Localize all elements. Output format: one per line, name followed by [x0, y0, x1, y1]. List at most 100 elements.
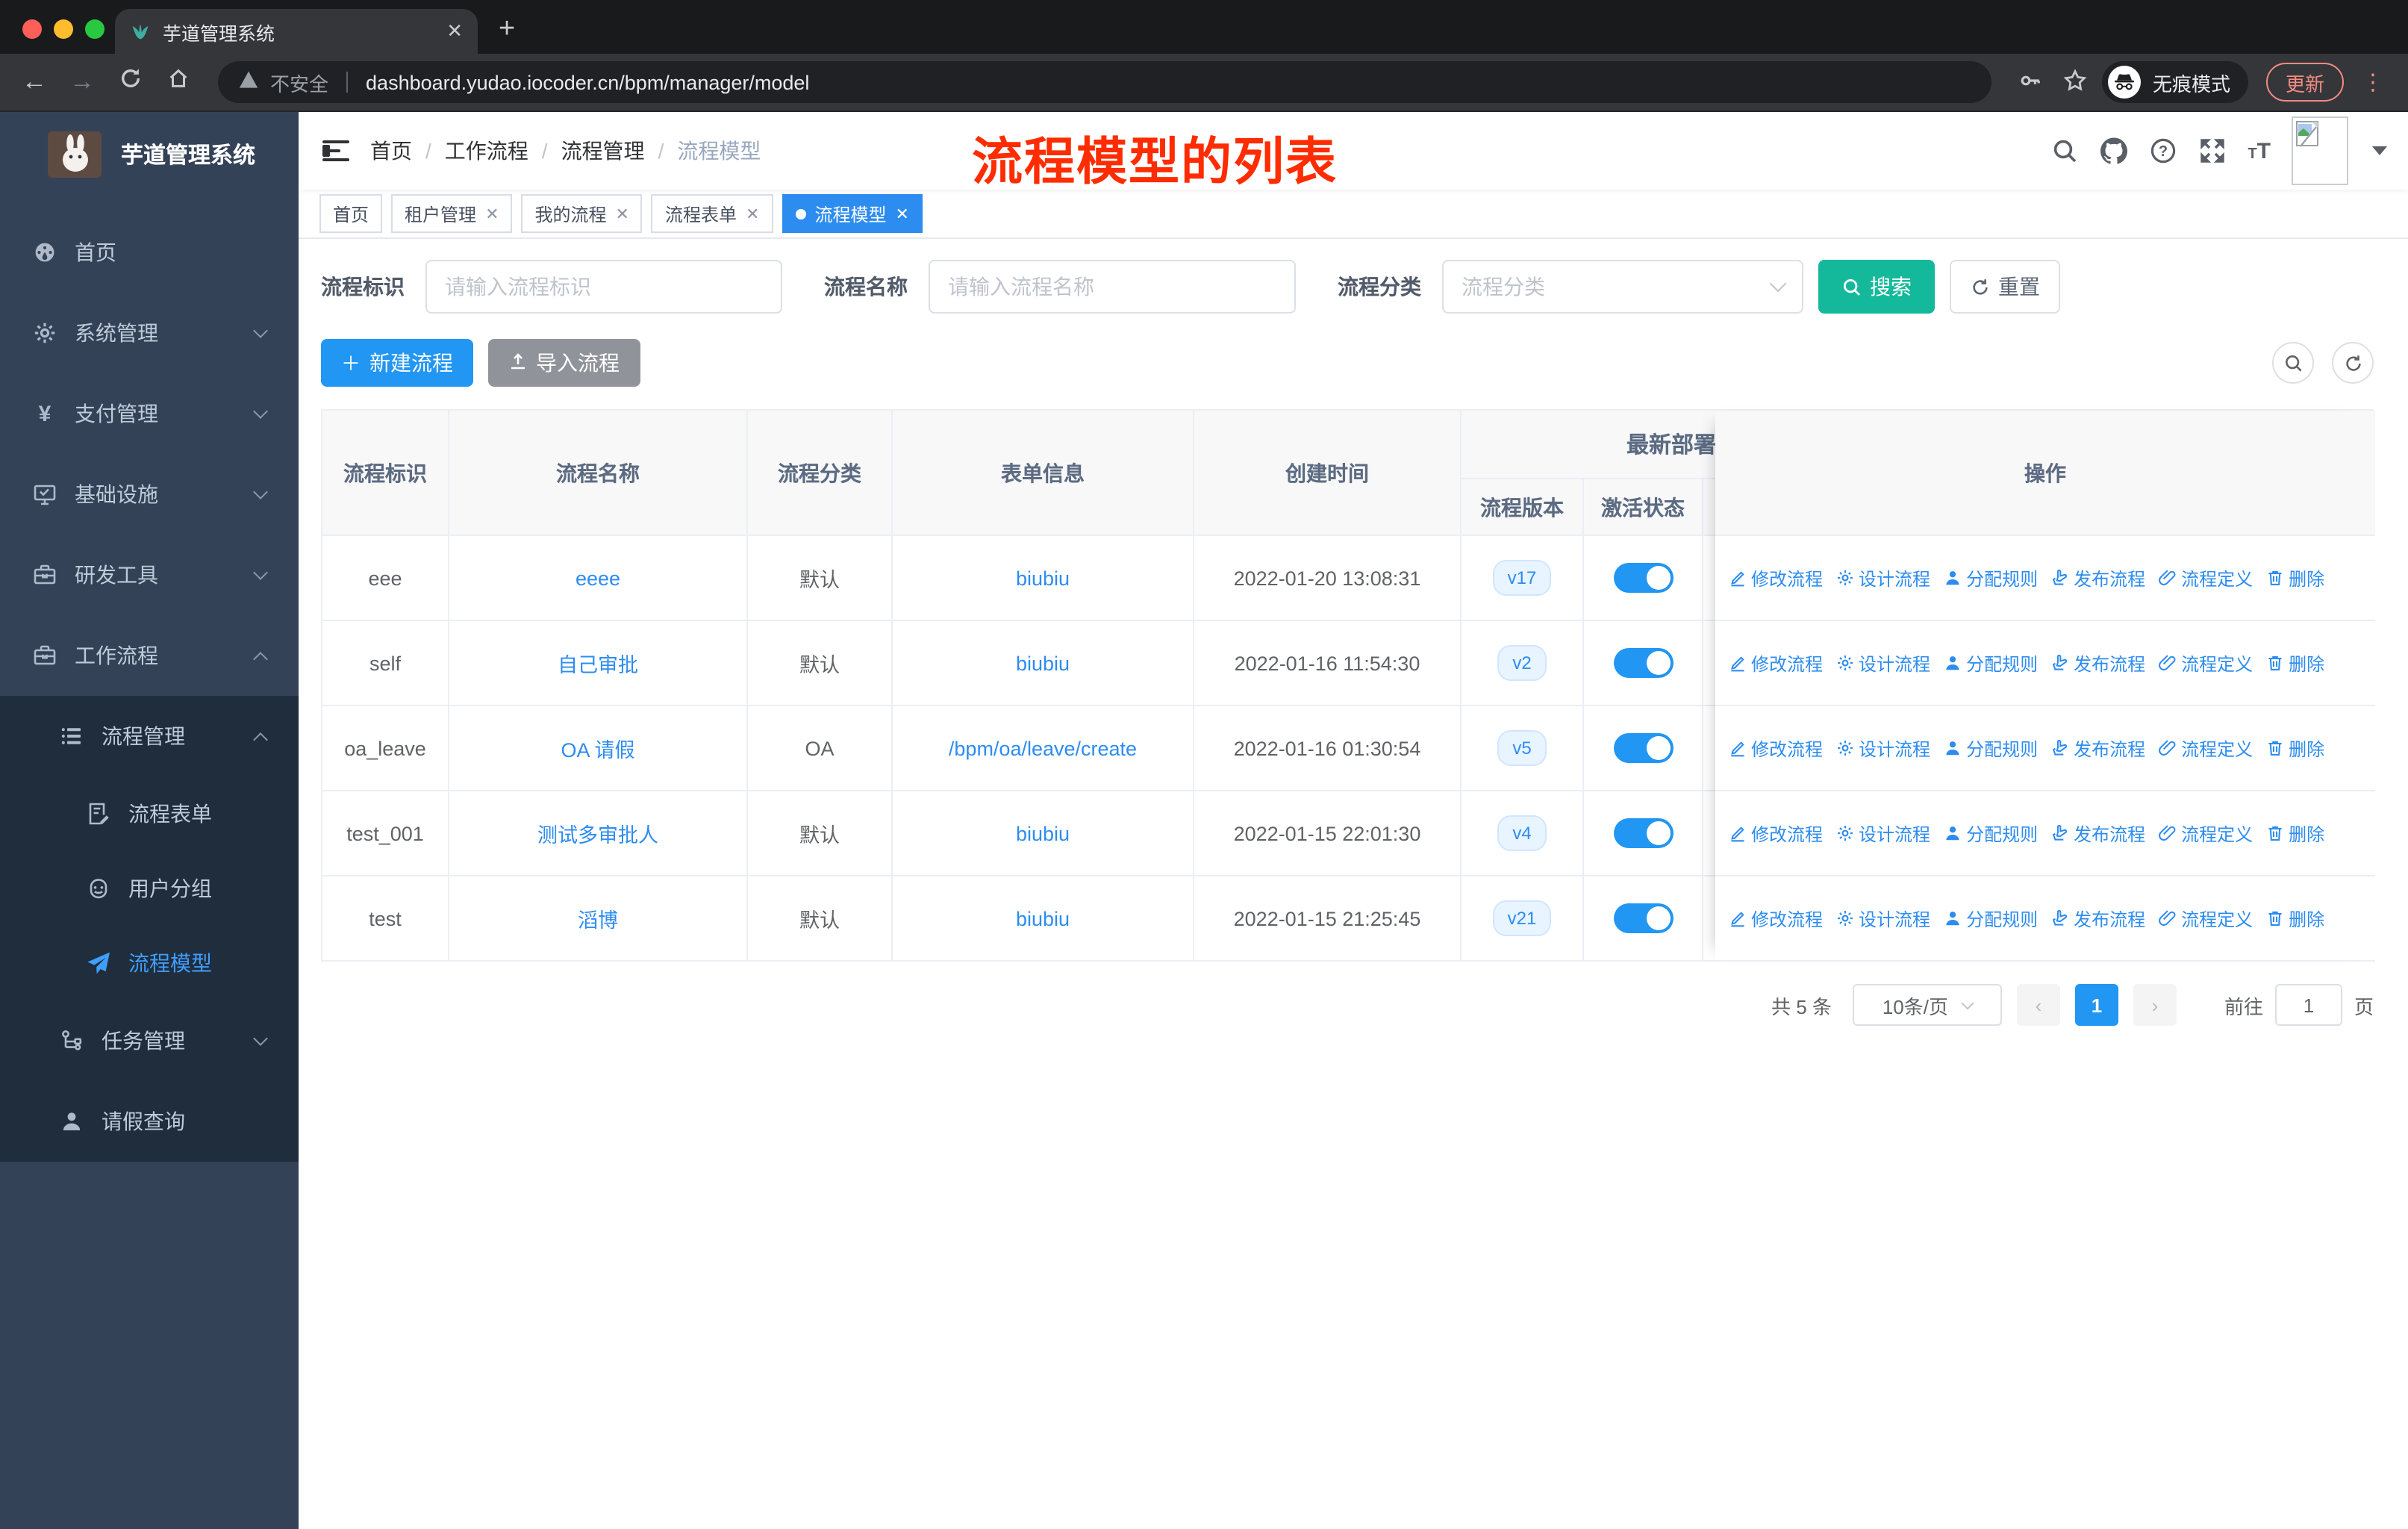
sidebar-item-系统管理[interactable]: 系统管理 [0, 293, 299, 373]
action-设计流程[interactable]: 设计流程 [1836, 906, 1930, 931]
url-bar[interactable]: 不安全 dashboard.yudao.iocoder.cn/bpm/manag… [218, 61, 1991, 103]
sidebar-item-任务管理[interactable]: 任务管理 [0, 1000, 299, 1081]
form-link[interactable]: biubiu [1016, 822, 1070, 844]
home-icon[interactable] [158, 67, 197, 97]
sidebar-item-支付管理[interactable]: ¥ 支付管理 [0, 373, 299, 454]
action-发布流程[interactable]: 发布流程 [2051, 565, 2145, 591]
zoom-window-button[interactable] [85, 19, 105, 39]
update-button[interactable]: 更新 [2265, 63, 2344, 102]
create-process-button[interactable]: ＋ 新建流程 [321, 339, 473, 387]
form-link[interactable]: /bpm/oa/leave/create [949, 737, 1137, 759]
search-button[interactable]: 搜索 [1818, 260, 1935, 314]
tab-close-icon[interactable]: ✕ [446, 19, 463, 43]
app-logo[interactable]: 芋道管理系统 [0, 112, 299, 197]
active-toggle[interactable] [1613, 818, 1673, 848]
process-name-link[interactable]: 测试多审批人 [537, 818, 658, 848]
action-发布流程[interactable]: 发布流程 [2051, 906, 2145, 931]
back-icon[interactable]: ← [15, 67, 54, 97]
avatar-caret-icon[interactable] [2372, 146, 2387, 155]
action-删除[interactable]: 删除 [2266, 820, 2324, 846]
form-link[interactable]: biubiu [1016, 907, 1070, 929]
browser-tab[interactable]: 芋道管理系统 ✕ [115, 9, 478, 54]
action-删除[interactable]: 删除 [2266, 906, 2324, 931]
action-发布流程[interactable]: 发布流程 [2051, 820, 2145, 846]
category-select[interactable]: 流程分类 [1442, 260, 1803, 314]
action-分配规则[interactable]: 分配规则 [1944, 906, 2038, 931]
minimize-window-button[interactable] [54, 19, 73, 39]
close-icon[interactable]: ✕ [746, 204, 759, 223]
collapse-sidebar-icon[interactable] [322, 140, 349, 161]
show-search-button[interactable] [2272, 342, 2314, 384]
reset-button[interactable]: 重置 [1950, 260, 2060, 314]
action-修改流程[interactable]: 修改流程 [1729, 565, 1823, 591]
process-name-link[interactable]: 滔博 [578, 903, 618, 933]
breadcrumb-item[interactable]: 流程管理 [561, 136, 645, 166]
action-修改流程[interactable]: 修改流程 [1729, 650, 1823, 676]
action-发布流程[interactable]: 发布流程 [2051, 735, 2145, 761]
goto-page-input[interactable]: 1 [2274, 984, 2342, 1026]
action-流程定义[interactable]: 流程定义 [2159, 820, 2253, 846]
new-tab-button[interactable]: + [499, 13, 515, 46]
tag-流程表单[interactable]: 流程表单 ✕ [651, 194, 773, 233]
close-window-button[interactable] [22, 19, 42, 39]
sidebar-item-流程管理[interactable]: 流程管理 [0, 696, 299, 776]
action-分配规则[interactable]: 分配规则 [1944, 820, 2038, 846]
action-修改流程[interactable]: 修改流程 [1729, 735, 1823, 761]
help-icon[interactable]: ? [2149, 137, 2177, 165]
sidebar-item-流程表单[interactable]: 流程表单 [0, 776, 299, 851]
process-name-link[interactable]: 自己审批 [558, 648, 638, 678]
action-设计流程[interactable]: 设计流程 [1836, 735, 1930, 761]
sidebar-item-流程模型[interactable]: 流程模型 [0, 926, 299, 1000]
action-流程定义[interactable]: 流程定义 [2159, 906, 2253, 931]
window-controls[interactable] [22, 19, 105, 39]
action-删除[interactable]: 删除 [2266, 650, 2324, 676]
sidebar-item-工作流程[interactable]: 工作流程 [0, 615, 299, 696]
font-size-icon[interactable]: TT [2248, 138, 2271, 164]
action-设计流程[interactable]: 设计流程 [1836, 650, 1930, 676]
password-key-icon[interactable] [2018, 68, 2042, 96]
action-分配规则[interactable]: 分配规则 [1944, 565, 2038, 591]
action-设计流程[interactable]: 设计流程 [1836, 820, 1930, 846]
close-icon[interactable]: ✕ [895, 204, 908, 223]
form-link[interactable]: biubiu [1016, 567, 1070, 589]
sidebar-item-用户分组[interactable]: 用户分组 [0, 851, 299, 926]
action-流程定义[interactable]: 流程定义 [2159, 650, 2253, 676]
page-size-select[interactable]: 10条/页 [1852, 984, 2002, 1026]
filter-input-流程标识[interactable]: 请输入流程标识 [425, 260, 782, 314]
action-修改流程[interactable]: 修改流程 [1729, 906, 1823, 931]
active-toggle[interactable] [1613, 733, 1673, 763]
refresh-table-button[interactable] [2332, 342, 2374, 384]
close-icon[interactable]: ✕ [616, 204, 629, 223]
sidebar-item-请假查询[interactable]: 请假查询 [0, 1081, 299, 1162]
forward-icon[interactable]: → [63, 67, 102, 97]
process-name-link[interactable]: OA 请假 [561, 733, 634, 763]
security-warning-icon[interactable] [239, 70, 258, 94]
active-toggle[interactable] [1613, 563, 1673, 593]
browser-menu-icon[interactable]: ⋮ [2362, 69, 2384, 96]
action-流程定义[interactable]: 流程定义 [2159, 565, 2253, 591]
sidebar-item-研发工具[interactable]: 研发工具 [0, 535, 299, 615]
action-发布流程[interactable]: 发布流程 [2051, 650, 2145, 676]
tag-我的流程[interactable]: 我的流程 ✕ [521, 194, 643, 233]
sidebar-item-基础设施[interactable]: 基础设施 [0, 454, 299, 535]
active-toggle[interactable] [1613, 903, 1673, 933]
reload-icon[interactable] [110, 67, 149, 97]
sidebar-item-首页[interactable]: 首页 [0, 212, 299, 293]
breadcrumb-item[interactable]: 首页 [370, 136, 412, 166]
filter-input-流程名称[interactable]: 请输入流程名称 [929, 260, 1296, 314]
prev-page-button[interactable]: ‹ [2016, 984, 2060, 1026]
next-page-button[interactable]: › [2133, 984, 2177, 1026]
form-link[interactable]: biubiu [1016, 652, 1070, 674]
action-修改流程[interactable]: 修改流程 [1729, 820, 1823, 846]
fullscreen-icon[interactable] [2198, 137, 2227, 165]
avatar[interactable] [2292, 116, 2348, 185]
current-page-button[interactable]: 1 [2074, 984, 2118, 1026]
tag-流程模型[interactable]: 流程模型 ✕ [782, 194, 923, 233]
action-分配规则[interactable]: 分配规则 [1944, 650, 2038, 676]
breadcrumb-item[interactable]: 工作流程 [445, 136, 528, 166]
action-流程定义[interactable]: 流程定义 [2159, 735, 2253, 761]
import-process-button[interactable]: 导入流程 [488, 339, 640, 387]
action-删除[interactable]: 删除 [2266, 735, 2324, 761]
tag-租户管理[interactable]: 租户管理 ✕ [391, 194, 513, 233]
process-name-link[interactable]: eeee [576, 567, 620, 589]
